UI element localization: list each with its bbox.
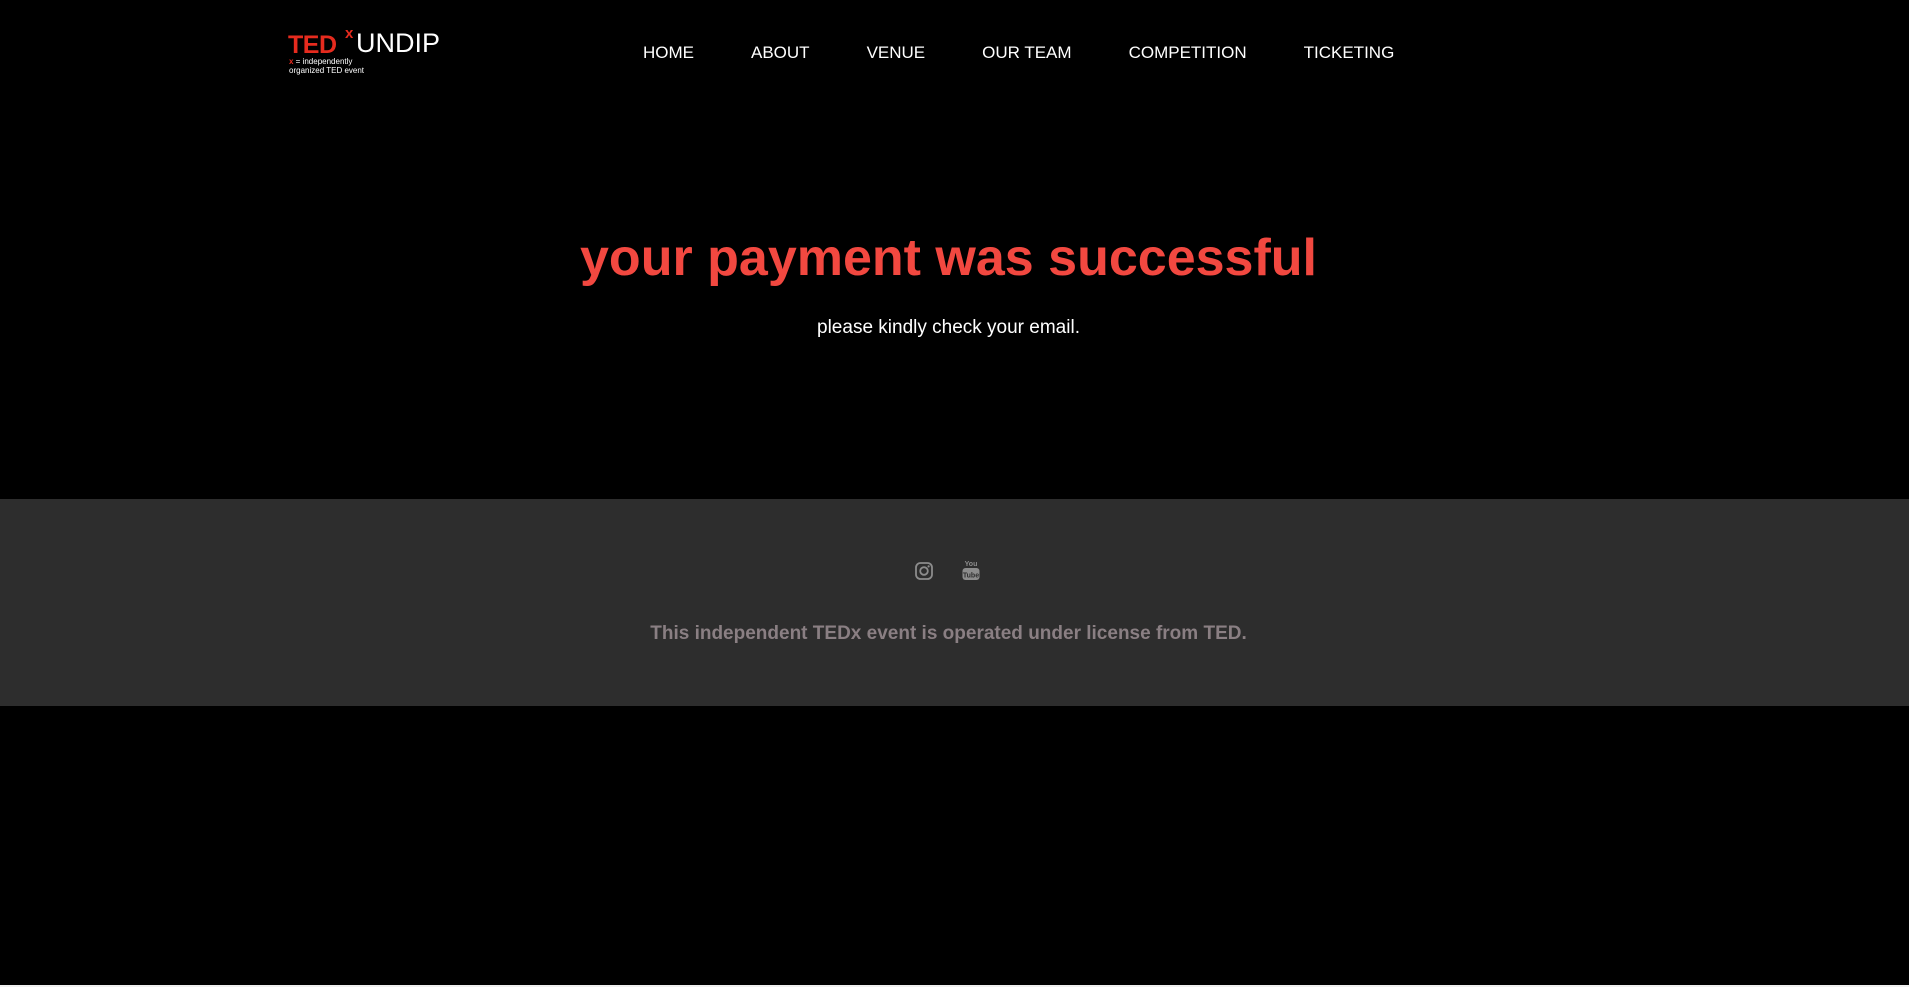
logo-ted-text: TED	[288, 31, 337, 59]
svg-text:You: You	[965, 561, 978, 568]
logo-x-text: x	[345, 25, 354, 42]
nav-ticketing[interactable]: TICKETING	[1304, 40, 1395, 66]
svg-text:Tube: Tube	[963, 573, 979, 580]
social-links: You Tube	[912, 559, 983, 583]
logo-event-name: UNDIP	[356, 28, 441, 58]
instagram-link[interactable]	[912, 559, 936, 583]
page-bottom-area	[0, 706, 1909, 985]
nav-about[interactable]: ABOUT	[751, 40, 810, 66]
logo-tagline-line1: x = independently	[289, 57, 352, 66]
site-header: TED x UNDIP x = independently organized …	[0, 0, 1909, 110]
logo-tagline-line2: organized TED event	[289, 66, 365, 75]
logo-tagline-line1-text: = independently	[293, 57, 353, 66]
payment-success-section: your payment was successful please kindl…	[0, 110, 1909, 499]
main-nav: HOME ABOUT VENUE OUR TEAM COMPETITION TI…	[643, 40, 1394, 66]
nav-venue[interactable]: VENUE	[867, 40, 926, 66]
nav-competition[interactable]: COMPETITION	[1129, 40, 1247, 66]
check-email-message: please kindly check your email.	[817, 317, 1080, 338]
youtube-link[interactable]: You Tube	[959, 559, 983, 583]
tedx-undip-logo[interactable]: TED x UNDIP x = independently organized …	[288, 25, 458, 78]
nav-home[interactable]: HOME	[643, 40, 694, 66]
tedx-license-notice: This independent TEDx event is operated …	[650, 623, 1247, 644]
site-footer: You Tube This independent TEDx event is …	[0, 499, 1909, 706]
payment-success-title: your payment was successful	[580, 229, 1317, 287]
instagram-icon	[915, 562, 933, 580]
youtube-icon: You Tube	[962, 561, 980, 580]
nav-our-team[interactable]: OUR TEAM	[982, 40, 1071, 66]
